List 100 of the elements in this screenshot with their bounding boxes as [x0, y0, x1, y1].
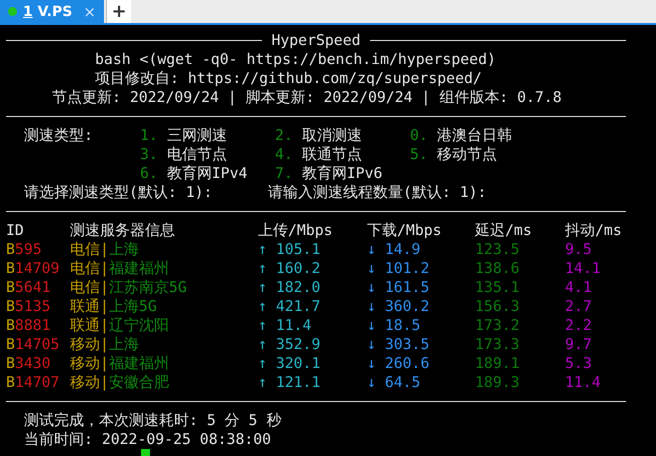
isp-name: 联通	[70, 317, 100, 334]
option-label: 三网测速	[166, 127, 227, 144]
server-id: B5135	[6, 297, 52, 316]
menu-label: 测速类型:	[24, 126, 94, 145]
download-speed: ↓ 64.5	[367, 373, 422, 392]
option-number: 6.	[140, 165, 158, 182]
server-id: B5641	[6, 278, 52, 297]
upload-speed: ↑ 11.4	[258, 316, 312, 335]
option-number: 0.	[410, 127, 428, 144]
jitter-value: 4.1	[565, 278, 593, 297]
latency-value: 135.1	[475, 278, 521, 297]
column-header: 抖动/ms	[565, 221, 623, 240]
upload-speed: ↑ 320.1	[258, 354, 322, 373]
isp-name: 移动	[70, 355, 100, 372]
isp-name: 电信	[70, 241, 100, 258]
latency-value: 173.2	[475, 316, 521, 335]
separator: |	[100, 279, 109, 296]
separator: |	[100, 241, 109, 258]
option-label: 教育网IPv4	[166, 165, 248, 182]
jitter-value: 11.4	[565, 373, 602, 392]
separator: |	[100, 374, 109, 391]
download-speed: ↓ 101.2	[367, 259, 430, 278]
server-location: 安徽合肥	[108, 374, 169, 391]
tab-label: 1 V.PS	[23, 4, 72, 20]
download-speed: ↓ 303.5	[367, 335, 430, 354]
server-location: 上海	[108, 336, 139, 353]
summary-line: 测试完成，本次测速耗时: 5 分 5 秒	[23, 411, 282, 430]
banner-line: bash <(wget -q0- https://bench.im/hyperspeed)	[94, 50, 497, 69]
column-header: ID	[6, 221, 25, 240]
latency-value: 189.1	[475, 354, 521, 373]
server-location: 上海	[108, 241, 139, 258]
server-id: B595	[6, 240, 43, 259]
option-label: 联通节点	[302, 146, 362, 163]
server-id: B3430	[6, 354, 52, 373]
separator: |	[100, 298, 109, 315]
column-header: 延迟/ms	[475, 221, 533, 240]
server-location: 福建福州	[108, 260, 169, 277]
input-prompt: 请输入测速线程数量(默认: 1):	[268, 183, 488, 202]
isp-name: 移动	[70, 336, 100, 353]
upload-speed: ↑ 182.0	[258, 278, 322, 297]
download-speed: ↓ 18.5	[367, 316, 422, 335]
option-number: 1.	[140, 127, 158, 144]
jitter-value: 2.7	[565, 297, 593, 316]
server-id: B8881	[6, 316, 52, 335]
server-id: B14707	[6, 373, 60, 392]
latency-value: 189.3	[475, 373, 521, 392]
upload-speed: ↑ 352.9	[258, 335, 322, 354]
column-header: 上传/Mbps	[258, 221, 334, 240]
column-header: 测速服务器信息	[70, 221, 176, 240]
latency-value: 138.6	[475, 259, 521, 278]
server-location: 辽宁沈阳	[108, 317, 169, 334]
separator: |	[100, 336, 109, 353]
option-label: 港澳台日韩	[436, 127, 512, 144]
option-label: 移动节点	[436, 146, 497, 163]
column-header: 下载/Mbps	[367, 221, 443, 240]
jitter-value: 9.7	[565, 335, 593, 354]
banner-line: 项目修改自: https://github.com/zq/superspeed/	[94, 69, 483, 88]
option-number: 5.	[410, 146, 428, 163]
option-label: 电信节点	[166, 146, 227, 163]
upload-speed: ↑ 105.1	[258, 240, 322, 259]
option-number: 7.	[275, 165, 293, 182]
jitter-value: 9.5	[565, 240, 593, 259]
server-location: 上海5G	[108, 298, 157, 315]
download-speed: ↓ 161.5	[367, 278, 430, 297]
isp-name: 联通	[70, 298, 100, 315]
banner-line: 节点更新: 2022/09/24 | 脚本更新: 2022/09/24 | 组件版本: 0.7.8	[51, 88, 563, 107]
option-number: 2.	[275, 127, 293, 144]
jitter-value: 5.3	[565, 354, 593, 373]
new-tab-button[interactable]: +	[106, 0, 131, 23]
isp-name: 电信	[70, 279, 100, 296]
upload-speed: ↑ 121.1	[258, 373, 322, 392]
server-location: 江苏南京5G	[108, 279, 187, 296]
banner-title: HyperSpeed	[271, 31, 361, 50]
separator: |	[100, 260, 109, 277]
jitter-value: 2.2	[565, 316, 593, 335]
upload-speed: ↑ 160.2	[258, 259, 322, 278]
status-dot-icon	[8, 7, 17, 16]
isp-name: 电信	[70, 260, 100, 277]
upload-speed: ↑ 421.7	[258, 297, 322, 316]
separator: |	[100, 355, 109, 372]
option-label: 教育网IPv6	[302, 165, 382, 182]
close-icon[interactable]: ×	[83, 2, 96, 20]
separator: |	[100, 317, 109, 334]
latency-value: 123.5	[475, 240, 521, 259]
input-prompt: 请选择测速类型(默认: 1):	[24, 183, 214, 202]
option-number: 3.	[140, 146, 158, 163]
server-location: 福建福州	[108, 355, 169, 372]
isp-name: 移动	[70, 374, 100, 391]
server-id: B14705	[6, 335, 60, 354]
server-id: B14709	[6, 259, 60, 278]
download-speed: ↓ 260.6	[367, 354, 430, 373]
download-speed: ↓ 14.9	[367, 240, 422, 259]
jitter-value: 14.1	[565, 259, 602, 278]
summary-line: 当前时间: 2022-09-25 08:38:00	[23, 430, 272, 449]
option-label: 取消测速	[302, 127, 362, 144]
latency-value: 156.3	[475, 297, 521, 316]
latency-value: 173.3	[475, 335, 521, 354]
option-number: 4.	[275, 146, 293, 163]
terminal-tab[interactable]: 1 V.PS ×	[0, 0, 104, 23]
download-speed: ↓ 360.2	[367, 297, 430, 316]
